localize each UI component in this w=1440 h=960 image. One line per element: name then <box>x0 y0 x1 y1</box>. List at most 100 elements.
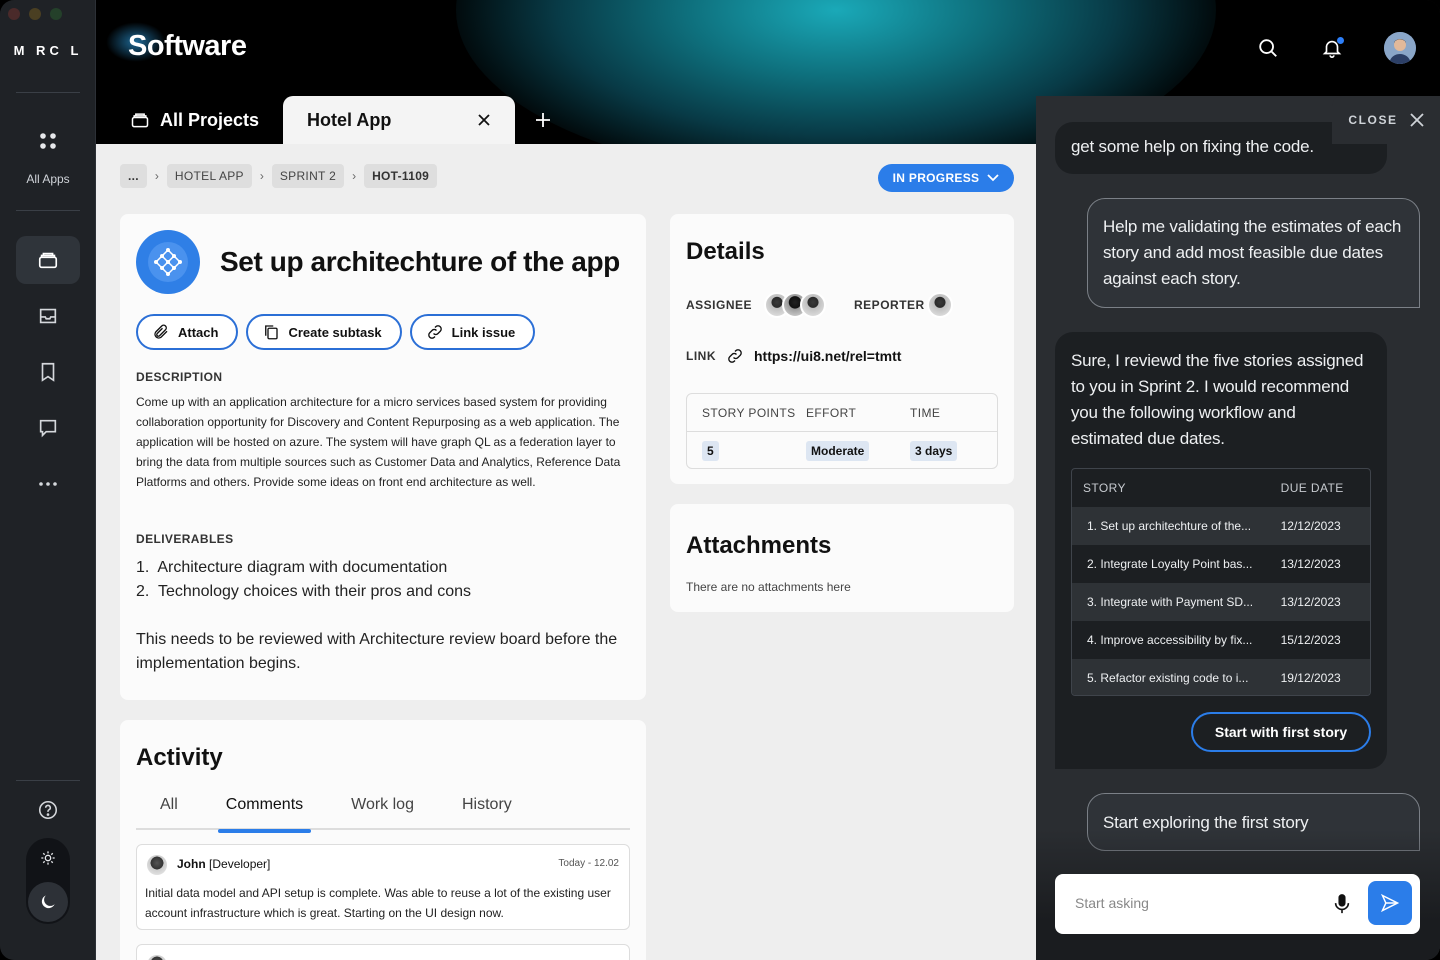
attach-button[interactable]: Attach <box>136 314 239 350</box>
comment-time: Today - 12.02 <box>558 858 619 869</box>
ai-message-text: get some help on fixing the code. <box>1071 137 1314 156</box>
project-tabs: All Projects Hotel App <box>96 96 571 144</box>
main-content: ... › HOTEL APP › SPRINT 2 › HOT-1109 IN… <box>96 144 1036 960</box>
activity-tabs: All Comments Work log History <box>136 796 630 833</box>
table-row[interactable]: 3. Integrate with Payment SD... 13/12/20… <box>1072 583 1370 621</box>
comment-item <box>136 944 630 960</box>
avatar[interactable] <box>926 292 953 318</box>
voice-input-button[interactable] <box>1330 892 1354 916</box>
issue-title: Set up architechture of the app <box>220 246 620 277</box>
tab-work-log[interactable]: Work log <box>327 796 438 830</box>
sun-icon <box>41 851 55 865</box>
close-label: CLOSE <box>1348 113 1398 127</box>
theme-toggle[interactable] <box>26 838 70 924</box>
sidebar-item-projects[interactable] <box>16 236 80 284</box>
attachments-heading: Attachments <box>686 532 832 559</box>
copy-icon <box>265 325 279 340</box>
send-button[interactable] <box>1368 881 1412 925</box>
user-message-text: Help me validating the estimates of each… <box>1103 217 1402 288</box>
story-column-header: STORY <box>1083 481 1126 495</box>
brand-logo: M RC L <box>13 43 83 58</box>
sidebar-item-bookmarks[interactable] <box>16 348 80 396</box>
close-window-button[interactable] <box>8 8 20 20</box>
time-value: 3 days <box>910 441 958 461</box>
breadcrumb-project[interactable]: HOTEL APP <box>166 164 252 188</box>
link-issue-button[interactable]: Link issue <box>409 314 536 350</box>
table-row[interactable]: 1. Set up architechture of the... 12/12/… <box>1072 507 1370 545</box>
dark-mode-button[interactable] <box>28 882 68 922</box>
table-row[interactable]: 5. Refactor existing code to i... 19/12/… <box>1072 659 1370 695</box>
breadcrumb-issue[interactable]: HOT-1109 <box>364 164 438 188</box>
bookmark-icon <box>41 362 55 382</box>
story-cell: 4. Improve accessibility by fix... <box>1087 633 1253 647</box>
due-date-cell: 13/12/2023 <box>1280 595 1341 609</box>
user-message: Help me validating the estimates of each… <box>1087 198 1420 308</box>
chevron-right-icon: › <box>352 169 357 183</box>
link-issue-label: Link issue <box>451 324 516 340</box>
link-icon <box>728 349 742 363</box>
deliverables-heading: DELIVERABLES <box>136 532 234 546</box>
issue-actions: Attach Create subtask Link issue <box>136 314 536 350</box>
link-url[interactable]: https://ui8.net/rel=tmtt <box>754 348 901 364</box>
start-first-story-button[interactable]: Start with first story <box>1191 712 1371 752</box>
issue-type-icon <box>136 230 200 294</box>
assignee-avatars[interactable] <box>764 292 827 318</box>
light-mode-button[interactable] <box>38 848 58 868</box>
sidebar: M RC L All Apps <box>0 0 96 960</box>
tab-label: Hotel App <box>307 109 392 130</box>
tab-comments[interactable]: Comments <box>202 796 327 833</box>
effort-value: Moderate <box>806 441 870 461</box>
attachments-card: Attachments There are no attachments her… <box>670 504 1014 612</box>
ask-input[interactable]: Start asking <box>1075 895 1149 911</box>
projects-icon <box>131 113 149 128</box>
breadcrumb-more[interactable]: ... <box>120 164 147 188</box>
table-row[interactable]: 4. Improve accessibility by fix... 15/12… <box>1072 621 1370 659</box>
create-subtask-button[interactable]: Create subtask <box>246 314 402 350</box>
app-title: Software <box>128 30 247 62</box>
plus-icon <box>536 113 551 127</box>
avatar <box>800 292 827 318</box>
sidebar-divider <box>16 780 80 781</box>
notifications-button[interactable] <box>1318 34 1346 62</box>
story-points-header: STORY POINTS <box>702 406 796 420</box>
sidebar-item-more[interactable] <box>16 460 80 508</box>
attach-label: Attach <box>178 324 219 340</box>
people-row: ASSIGNEE REPORTER <box>686 292 953 318</box>
ai-message: Sure, I reviewd the five stories assigne… <box>1055 332 1387 769</box>
projects-icon <box>38 252 58 269</box>
time-header: TIME <box>910 406 941 420</box>
architecture-icon <box>148 242 188 282</box>
ask-input-box[interactable]: Start asking <box>1055 874 1420 934</box>
details-card: Details ASSIGNEE REPORTER LINK https://u… <box>670 214 1014 484</box>
author-name: John <box>177 857 206 871</box>
details-heading: Details <box>686 238 765 265</box>
search-button[interactable] <box>1254 34 1282 62</box>
close-assistant-button[interactable]: CLOSE <box>1332 96 1440 144</box>
tab-all[interactable]: All <box>136 796 202 830</box>
sidebar-item-chat[interactable] <box>16 404 80 452</box>
user-avatar[interactable] <box>1384 32 1416 64</box>
table-row[interactable]: 2. Integrate Loyalty Point bas... 13/12/… <box>1072 545 1370 583</box>
breadcrumb-sprint[interactable]: SPRINT 2 <box>271 164 345 188</box>
sidebar-item-inbox[interactable] <box>16 292 80 340</box>
chevron-down-icon <box>987 174 999 182</box>
status-dropdown[interactable]: IN PROGRESS <box>878 164 1014 192</box>
author-role: [Developer] <box>209 857 271 871</box>
tab-all-projects[interactable]: All Projects <box>96 96 283 144</box>
assignee-label: ASSIGNEE <box>686 298 753 312</box>
tab-hotel-app[interactable]: Hotel App <box>283 96 516 144</box>
microphone-icon <box>1334 894 1350 914</box>
maximize-window-button[interactable] <box>50 8 62 20</box>
all-apps-button[interactable] <box>16 118 80 164</box>
new-tab-button[interactable] <box>515 96 571 144</box>
table-divider <box>687 431 997 432</box>
issue-card: Set up architechture of the app Attach C… <box>120 214 646 700</box>
minimize-window-button[interactable] <box>29 8 41 20</box>
reporter-label: REPORTER <box>854 298 925 312</box>
help-button[interactable] <box>16 786 80 834</box>
chat-icon <box>39 419 57 438</box>
close-tab-icon[interactable] <box>477 113 491 127</box>
grid-icon <box>40 133 56 149</box>
due-date-cell: 13/12/2023 <box>1280 557 1341 571</box>
tab-history[interactable]: History <box>438 796 536 830</box>
